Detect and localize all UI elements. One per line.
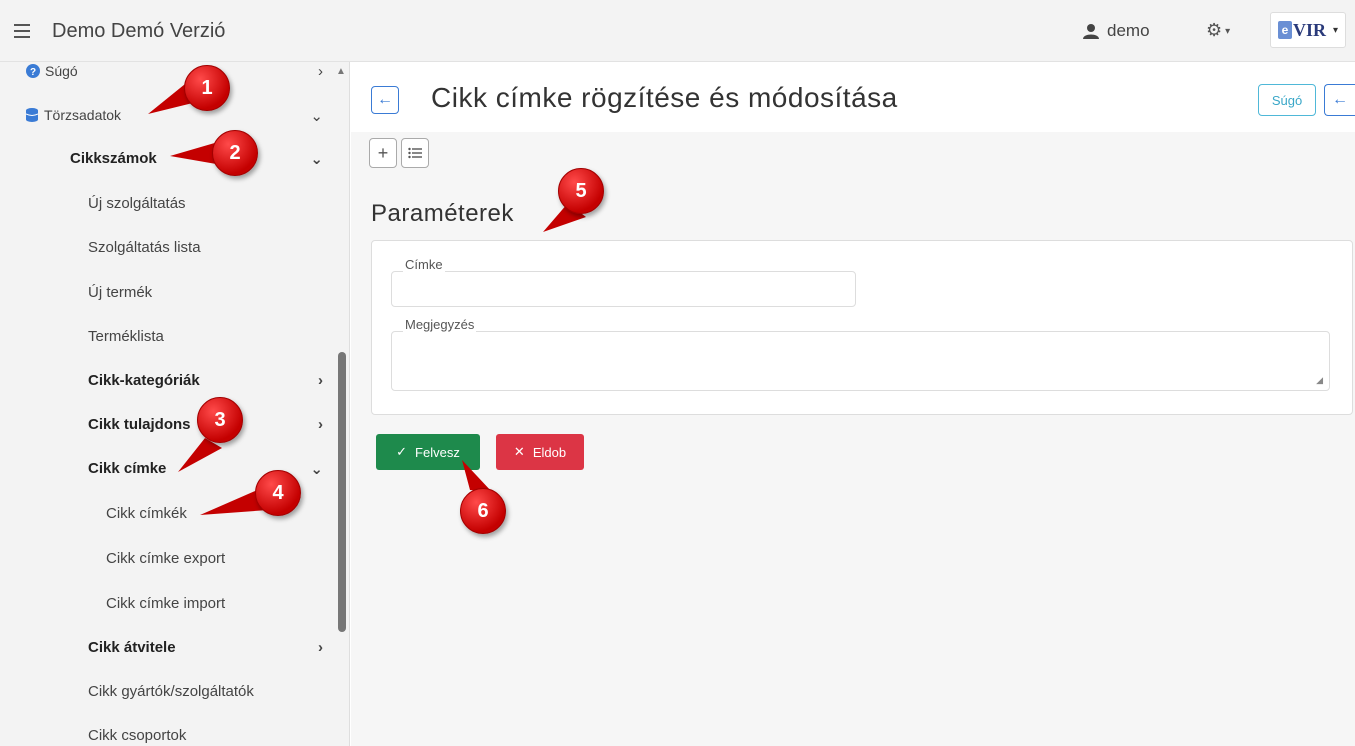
top-navbar: Demo Demó Verzió demo ⚙ ▾ e VIR ▾ [0,0,1355,62]
hamburger-menu-icon[interactable] [14,24,30,38]
sidebar-item-cikk-cimke-import[interactable]: Cikk címke import [106,595,335,612]
sidebar-item-cikk-csoportok[interactable]: Cikk csoportok [88,727,335,744]
tag-input[interactable] [391,271,856,307]
sidebar-item-uj-termek[interactable]: Új termék [88,284,335,301]
chevron-right-icon: › [318,639,323,656]
annotation-marker-5: 5 [558,168,604,214]
scroll-up-arrow-icon[interactable]: ▲ [336,66,346,77]
list-icon [408,147,422,159]
page-header: ← Cikk címke rögzítése és módosítása Súg… [351,62,1355,132]
caret-down-icon: ▾ [1332,24,1339,36]
chevron-right-icon: › [318,63,323,80]
user-name: demo [1107,21,1150,40]
list-button[interactable] [401,138,429,168]
save-button[interactable]: ✓ Felvesz [376,434,480,470]
sidebar-item-help[interactable]: ? Súgó › [26,63,335,80]
annotation-marker-1: 1 [184,65,230,111]
evir-logo: e VIR [1277,20,1326,41]
help-button[interactable]: Súgó [1258,84,1316,116]
sidebar-item-termeklista[interactable]: Terméklista [88,328,335,345]
section-title: Paraméterek [371,200,514,227]
main-content: ← Cikk címke rögzítése és módosítása Súg… [351,62,1355,746]
chevron-down-icon: ⌄ [310,461,323,478]
app-title: Demo Demó Verzió [52,20,226,42]
gear-icon: ⚙ [1206,20,1223,40]
annotation-marker-2: 2 [212,130,258,176]
sidebar-item-cikk-kategoriak[interactable]: Cikk-kategóriák › [88,372,335,389]
add-button[interactable]: + [369,138,397,168]
sidebar-item-cikk-gyartok[interactable]: Cikk gyártók/szolgáltatók [88,683,335,700]
settings-menu[interactable]: ⚙ ▾ [1206,20,1230,41]
annotation-marker-4: 4 [255,470,301,516]
sidebar-item-uj-szolgaltatas[interactable]: Új szolgáltatás [88,195,335,212]
note-textarea[interactable]: ◢ [391,331,1330,391]
back-button-right[interactable]: ← [1324,84,1355,116]
sidebar-item-cikk-cimkek[interactable]: Cikk címkék [106,505,335,522]
sidebar-item-cikk-cimke-export[interactable]: Cikk címke export [106,550,335,567]
arrow-left-icon: ← [377,91,393,108]
back-button[interactable]: ← [371,86,399,114]
sidebar-item-torzsadatok[interactable]: Törzsadatok ⌄ [25,107,335,125]
logo-menu-button[interactable]: e VIR ▾ [1270,12,1346,48]
sidebar-item-szolgaltatas-lista[interactable]: Szolgáltatás lista [88,239,335,256]
help-circle-icon: ? [26,64,40,78]
check-icon: ✓ [396,444,408,459]
sidebar-scrollbar[interactable] [338,352,346,632]
plus-icon: + [377,142,389,163]
discard-button[interactable]: ✕ Eldob [496,434,584,470]
chevron-right-icon: › [318,416,323,433]
arrow-left-icon: ← [1332,91,1348,108]
close-icon: ✕ [513,444,525,459]
caret-down-icon: ▾ [1225,25,1231,37]
sidebar-item-cikk-atvitele[interactable]: Cikk átvitele › [88,639,335,656]
user-icon [1083,24,1099,39]
chevron-down-icon: ⌄ [310,151,323,168]
sidebar: ? Súgó › Törzsadatok ⌄ Cikkszámok ⌄ Új sz… [0,62,350,746]
chevron-down-icon: ⌄ [310,108,323,125]
annotation-marker-3: 3 [197,397,243,443]
tag-label: Címke [403,257,445,272]
page-title: Cikk címke rögzítése és módosítása [431,82,898,113]
resize-handle-icon[interactable]: ◢ [1316,375,1323,386]
database-icon [25,108,39,122]
sidebar-item-cikkszamok[interactable]: Cikkszámok ⌄ [70,150,335,168]
user-menu[interactable]: demo [1083,21,1150,41]
parameters-panel: Címke ◢ Megjegyzés [371,240,1353,415]
annotation-marker-6: 6 [460,488,506,534]
svg-text:?: ? [30,67,36,78]
note-label: Megjegyzés [403,317,477,332]
chevron-right-icon: › [318,372,323,389]
sidebar-item-cikk-cimke[interactable]: Cikk címke ⌄ [88,460,335,478]
